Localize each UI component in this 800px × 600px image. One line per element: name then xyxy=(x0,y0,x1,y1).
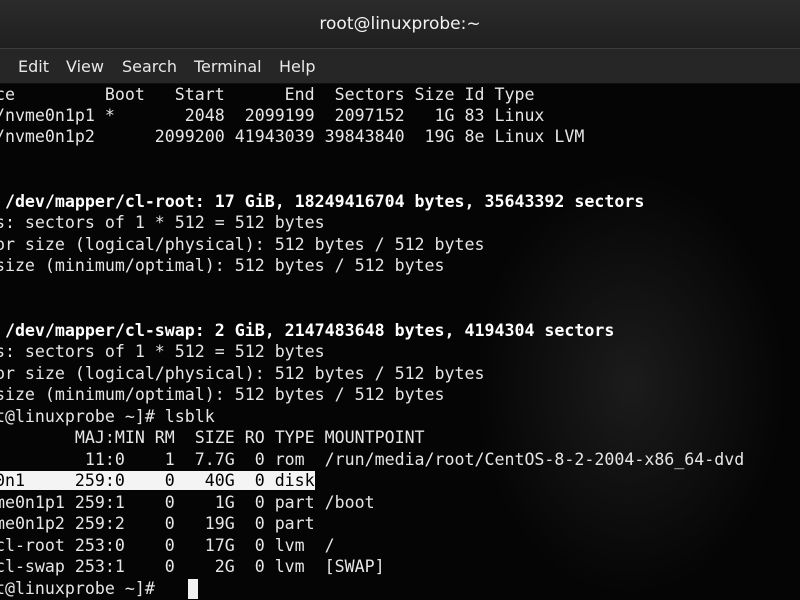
menu-help[interactable]: Help xyxy=(279,49,315,84)
terminal-window: root@linuxprobe:~ Edit View Search Termi… xyxy=(0,0,800,600)
units-line: Units: sectors of 1 * 512 = 512 bytes xyxy=(0,213,325,232)
io-size-line: I/O size (minimum/optimal): 512 bytes / … xyxy=(0,385,445,404)
sector-size-line: Sector size (logical/physical): 512 byte… xyxy=(0,235,485,254)
selection-highlight[interactable]: nvme0n1 259:0 0 40G 0 disk xyxy=(0,471,315,490)
units-line: Units: sectors of 1 * 512 = 512 bytes xyxy=(0,342,325,361)
fdisk-partition-row: /dev/nvme0n1p2 2099200 41943039 39843840… xyxy=(0,127,585,146)
window-titlebar: root@linuxprobe:~ xyxy=(0,0,800,48)
prompt-lsblk-command: [root@linuxprobe ~]# lsblk xyxy=(0,407,215,426)
lsblk-row-nvme0n1-selected[interactable]: nvme0n1 259:0 0 40G 0 disk xyxy=(0,470,315,492)
lsblk-row-nvme0n1p2: └─nvme0n1p2 259:2 0 19G 0 part xyxy=(0,514,315,533)
terminal-output[interactable]: Device Boot Start End Sectors Size Id Ty… xyxy=(0,84,800,600)
menu-terminal[interactable]: Terminal xyxy=(194,49,262,84)
io-size-line: I/O size (minimum/optimal): 512 bytes / … xyxy=(0,256,445,275)
lsblk-row-nvme0n1p1: ├─nvme0n1p1 259:1 0 1G 0 part /boot xyxy=(0,493,375,512)
menu-bar: Edit View Search Terminal Help xyxy=(0,48,800,84)
lsblk-row-cl-root: ├─cl-root 253:0 0 17G 0 lvm / xyxy=(0,536,335,555)
text-cursor xyxy=(188,579,198,599)
lsblk-header-row: NAME MAJ:MIN RM SIZE RO TYPE MOUNTPOINT xyxy=(0,428,425,447)
lsblk-row-sr0: sr0 11:0 1 7.7G 0 rom /run/media/root/Ce… xyxy=(0,450,745,469)
disk-cl-root-heading: Disk /dev/mapper/cl-root: 17 GiB, 182494… xyxy=(0,192,645,211)
sector-size-line: Sector size (logical/physical): 512 byte… xyxy=(0,364,485,383)
menu-edit[interactable]: Edit xyxy=(18,49,49,84)
window-title: root@linuxprobe:~ xyxy=(319,14,481,34)
fdisk-partition-row: /dev/nvme0n1p1 * 2048 2099199 2097152 1G… xyxy=(0,106,545,125)
fdisk-header-row: Device Boot Start End Sectors Size Id Ty… xyxy=(0,85,535,104)
lsblk-row-cl-swap: └─cl-swap 253:1 0 2G 0 lvm [SWAP] xyxy=(0,557,385,576)
disk-cl-swap-heading: Disk /dev/mapper/cl-swap: 2 GiB, 2147483… xyxy=(0,321,615,340)
menu-search[interactable]: Search xyxy=(122,49,177,84)
menu-view[interactable]: View xyxy=(66,49,104,84)
current-prompt[interactable]: [root@linuxprobe ~]# xyxy=(0,578,165,600)
